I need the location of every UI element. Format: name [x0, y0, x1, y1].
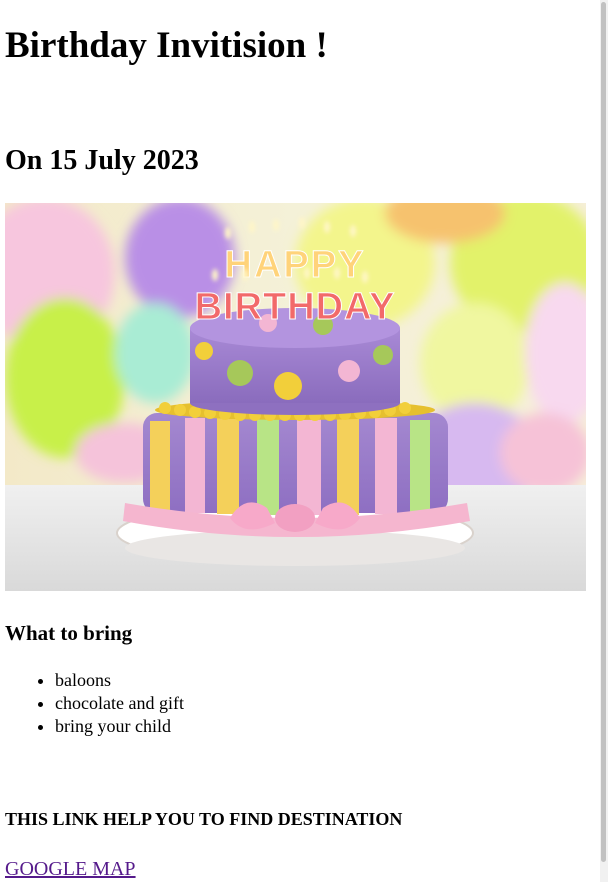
- date-heading: On 15 July 2023: [5, 145, 199, 176]
- page: Birthday Invitision ! On 15 July 2023 HA…: [0, 0, 600, 882]
- candle-text-birthday: BIRTHDAY: [195, 286, 396, 328]
- list-item: chocolate and gift: [55, 692, 184, 715]
- list-item: baloons: [55, 669, 184, 692]
- what-to-bring-heading: What to bring: [5, 621, 133, 645]
- list-item: bring your child: [55, 715, 184, 738]
- google-map-link[interactable]: GOOGLE MAP: [5, 857, 136, 881]
- bring-list: baloons chocolate and gift bring your ch…: [15, 669, 184, 738]
- page-title: Birthday Invitision !: [5, 25, 328, 66]
- birthday-cake-image: HAPPY BIRTHDAY: [5, 203, 586, 591]
- vertical-scrollbar[interactable]: [600, 0, 608, 882]
- link-heading: THIS LINK HELP YOU TO FIND DESTINATION: [5, 809, 403, 829]
- scrollbar-thumb[interactable]: [601, 2, 606, 862]
